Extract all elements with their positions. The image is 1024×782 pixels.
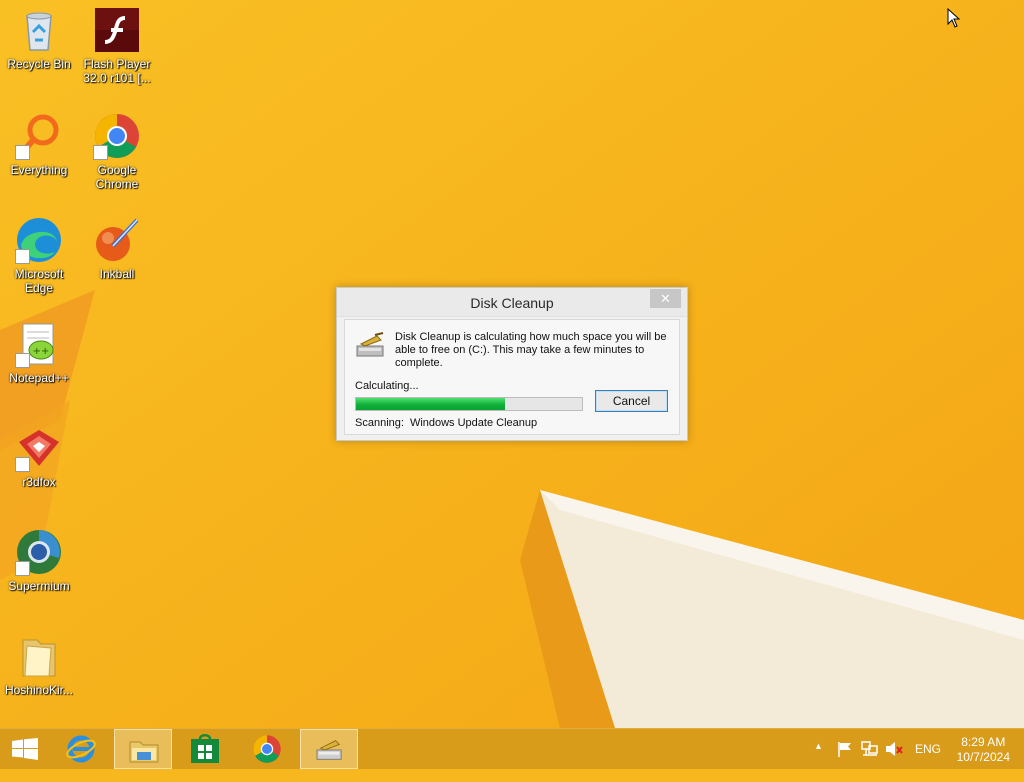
dialog-message: Disk Cleanup is calculating how much spa… <box>395 331 667 369</box>
desktop-icon-google-chrome[interactable]: Google Chrome <box>78 112 156 191</box>
desktop-icon-label: HoshinoKir... <box>4 683 74 697</box>
action-center-flag-icon[interactable] <box>836 740 854 758</box>
desktop-icon-label: Inkball <box>99 267 135 281</box>
chrome-icon <box>93 112 141 160</box>
shortcut-arrow-icon <box>15 145 30 160</box>
desktop-icon-inkball[interactable]: Inkball <box>78 216 156 281</box>
start-icon <box>12 738 38 760</box>
calculating-status: Calculating... <box>355 380 419 392</box>
dialog-titlebar[interactable]: Disk Cleanup ✕ <box>337 288 687 317</box>
clock-time: 8:29 AM <box>961 735 1006 749</box>
desktop-icon-everything[interactable]: Everything <box>0 112 78 177</box>
disk-cleanup-icon <box>316 740 342 760</box>
taskbar-chrome[interactable] <box>238 729 296 769</box>
start-button[interactable] <box>0 729 50 769</box>
folder-icon <box>15 632 63 680</box>
cancel-button[interactable]: Cancel <box>595 390 668 412</box>
chrome-icon <box>253 735 281 763</box>
edge-icon <box>15 216 63 264</box>
taskbar-clock[interactable]: 8:29 AM 10/7/2024 <box>957 735 1010 765</box>
desktop-icon-notepad-plus-plus[interactable]: ++ Notepad++ <box>0 320 78 385</box>
r3dfox-icon <box>15 424 63 472</box>
everything-icon <box>15 112 63 160</box>
desktop-icon-label: Google Chrome <box>95 163 139 191</box>
desktop-icon-label: Recycle Bin <box>7 57 71 71</box>
taskbar: ▲ ENG 8:29 AM 10/7/2024 <box>0 728 1024 769</box>
file-explorer-icon <box>129 741 159 763</box>
disk-cleanup-icon <box>356 332 384 357</box>
clock-date: 10/7/2024 <box>956 750 1010 764</box>
desktop-icon-label: Microsoft Edge <box>14 267 64 295</box>
inkball-icon <box>93 216 141 264</box>
disk-cleanup-dialog: Disk Cleanup ✕ Disk Cleanup is calculati… <box>336 287 688 441</box>
dialog-title: Disk Cleanup <box>470 295 554 311</box>
store-icon <box>191 734 219 763</box>
dialog-content: Disk Cleanup is calculating how much spa… <box>344 319 680 435</box>
input-language-indicator[interactable]: ENG <box>915 742 941 782</box>
desktop-icon-microsoft-edge[interactable]: Microsoft Edge <box>0 216 78 295</box>
taskbar-store[interactable] <box>176 729 234 769</box>
desktop-icon-flash-player[interactable]: Flash Player 32.0 r101 [... <box>78 6 156 85</box>
desktop-icon-r3dfox[interactable]: r3dfox <box>0 424 78 489</box>
desktop-icon-label: r3dfox <box>22 475 56 489</box>
shortcut-arrow-icon <box>15 249 30 264</box>
shortcut-arrow-icon <box>15 561 30 576</box>
taskbar-disk-cleanup[interactable] <box>300 729 358 769</box>
volume-muted-icon[interactable] <box>884 740 904 758</box>
desktop-icon-supermium[interactable]: Supermium <box>0 528 78 593</box>
supermium-icon <box>15 528 63 576</box>
shortcut-arrow-icon <box>15 457 30 472</box>
desktop-icon-label: Supermium <box>8 579 70 593</box>
taskbar-internet-explorer[interactable] <box>52 729 110 769</box>
scanning-label: Scanning: <box>355 417 404 429</box>
desktop-icon-label: Flash Player 32.0 r101 [... <box>83 57 151 85</box>
svg-text:++: ++ <box>33 346 50 357</box>
recycle-bin-icon <box>15 6 63 54</box>
progress-bar <box>355 397 583 411</box>
desktop-icon-label: Everything <box>10 163 68 177</box>
desktop-icon-label: Notepad++ <box>9 371 69 385</box>
mouse-cursor-icon <box>947 8 961 28</box>
taskbar-file-explorer[interactable] <box>114 729 172 769</box>
notepad-plus-plus-icon: ++ <box>15 320 63 368</box>
close-button[interactable]: ✕ <box>650 289 681 308</box>
network-icon[interactable] <box>860 740 880 758</box>
shortcut-arrow-icon <box>15 353 30 368</box>
shortcut-arrow-icon <box>93 145 108 160</box>
scanning-row: Scanning: Windows Update Cleanup <box>355 417 543 429</box>
show-hidden-icons-button[interactable]: ▲ <box>814 741 828 781</box>
desktop-icon-hoshinokir[interactable]: HoshinoKir... <box>0 632 78 697</box>
progress-bar-fill <box>356 398 506 410</box>
scanning-value: Windows Update Cleanup <box>409 417 538 429</box>
internet-explorer-icon <box>66 735 96 763</box>
flash-player-icon <box>93 6 141 54</box>
desktop-icon-recycle-bin[interactable]: Recycle Bin <box>0 6 78 71</box>
